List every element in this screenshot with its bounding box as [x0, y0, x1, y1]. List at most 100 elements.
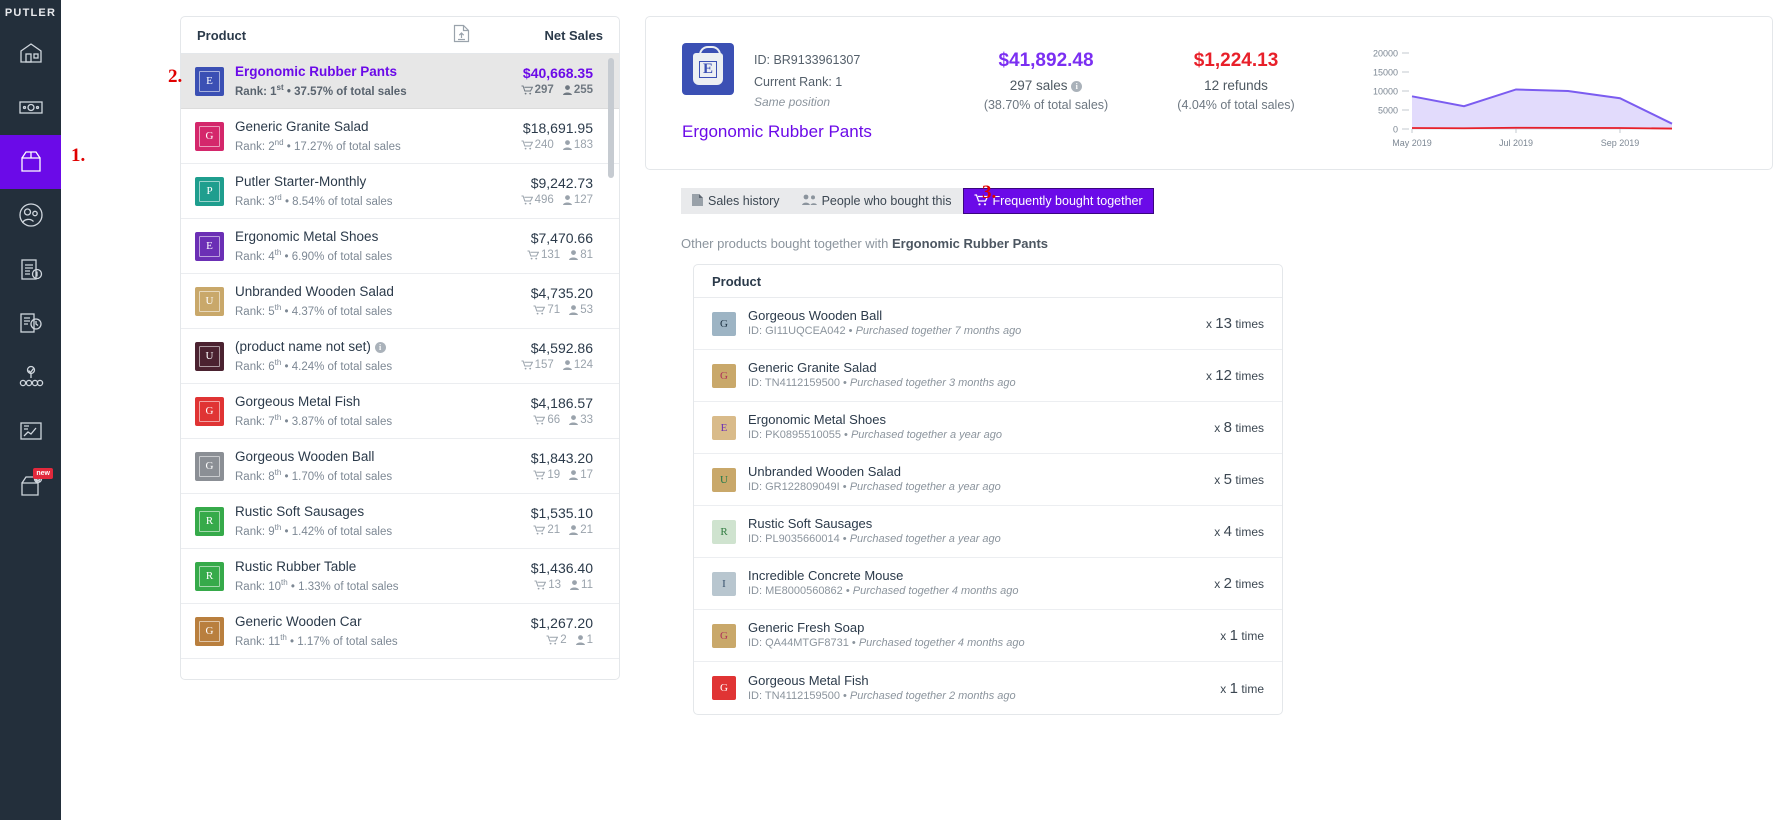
fbt-subtitle-prefix: Other products bought together with	[681, 236, 893, 251]
product-list-row[interactable]: R Rustic Rubber Table Rank: 10th • 1.33% o…	[181, 549, 619, 604]
product-row-rank: Rank: 10th • 1.33% of total sales	[235, 577, 399, 593]
product-row-orders: 19	[533, 467, 560, 483]
list-scrollbar-thumb[interactable]	[608, 58, 614, 178]
product-list-row[interactable]: G Generic Wooden Car Rank: 11th • 1.17% of…	[181, 604, 619, 659]
fbt-row-thumbnail: R	[712, 519, 736, 544]
product-detail-panel: E ID: BR9133961307 Current Rank: 1 Same …	[645, 16, 1773, 806]
product-list-row[interactable]: E Ergonomic Metal Shoes Rank: 4th • 6.90% …	[181, 219, 619, 274]
fbt-row-count: x 12 times	[1205, 367, 1264, 384]
fbt-row-name: Rustic Soft Sausages	[748, 516, 873, 531]
fbt-row[interactable]: G Generic Fresh Soap ID: QA44MTGF8731 • Pu…	[694, 610, 1282, 662]
fbt-row-meta: ID: TN4112159500 • Purchased together 2 …	[748, 689, 1016, 702]
brand-logo: PUTLER	[4, 7, 57, 19]
fbt-row-count: x 1 time	[1220, 679, 1264, 697]
product-row-thumbnail: R	[195, 506, 224, 536]
fbt-row-name: Generic Granite Salad	[748, 360, 877, 375]
fbt-row-count: x 13 times	[1205, 315, 1264, 332]
product-list-row[interactable]: G Generic Granite Salad Rank: 2nd • 17.27%…	[181, 109, 619, 164]
fbt-row[interactable]: I Incredible Concrete Mouse ID: ME80005608…	[694, 558, 1282, 610]
sidebar-item-insights[interactable]: new	[0, 459, 61, 513]
sidebar-item-sales[interactable]	[0, 81, 61, 135]
clipboard-dollar-icon	[18, 256, 44, 285]
product-row-customers: 183	[562, 137, 593, 153]
fbt-row[interactable]: G Generic Granite Salad ID: TN4112159500 •…	[694, 350, 1282, 402]
svg-text:0: 0	[1393, 125, 1398, 135]
fbt-row-thumbnail: G	[712, 676, 736, 700]
fbt-row-meta: ID: PK0895510055 • Purchased together a …	[748, 429, 1002, 441]
product-row-name: Gorgeous Wooden Ball	[235, 448, 375, 464]
product-id: ID: BR9133961307	[754, 53, 861, 67]
sidebar-item-audience[interactable]	[0, 351, 61, 405]
kpi-refunds-value: $1,224.13	[1193, 50, 1279, 71]
fbt-subtitle-product: Ergonomic Rubber Pants	[892, 236, 1049, 251]
product-current-rank: Current Rank: 1	[754, 75, 843, 89]
chart-board-icon	[18, 418, 44, 447]
product-row-rank: Rank: 9th • 1.42% of total sales	[235, 522, 393, 538]
fbt-row[interactable]: R Rustic Soft Sausages ID: PL9035660014 • …	[694, 506, 1282, 558]
new-badge: new	[33, 468, 53, 479]
product-row-name: Generic Granite Salad	[235, 118, 369, 134]
fbt-row-meta: ID: PL9035660014 • Purchased together a …	[748, 533, 1001, 545]
fbt-row[interactable]: U Unbranded Wooden Salad ID: GR122809049I …	[694, 454, 1282, 506]
product-row-name: Putler Starter-Monthly	[235, 173, 367, 189]
product-row-orders: 13	[534, 577, 561, 593]
product-list-row[interactable]: G Gorgeous Metal Fish Rank: 7th • 3.87% of…	[181, 384, 619, 439]
product-row-rank: Rank: 5th • 4.37% of total sales	[235, 302, 393, 318]
info-icon[interactable]: i	[374, 341, 386, 353]
svg-text:May 2019: May 2019	[1392, 138, 1432, 148]
product-list-row[interactable]: E Ergonomic Rubber Pants Rank: 1st • 37.57…	[181, 54, 619, 109]
product-list-row[interactable]: P Putler Starter-Monthly Rank: 3rd • 8.54%…	[181, 164, 619, 219]
document-icon	[692, 193, 703, 209]
product-row-rank: Rank: 6th • 4.24% of total sales	[235, 357, 393, 373]
fbt-row[interactable]: E Ergonomic Metal Shoes ID: PK0895510055 •…	[694, 402, 1282, 454]
tab-people-who-bought-this[interactable]: People who bought this	[790, 188, 963, 214]
product-row-name: Unbranded Wooden Salad	[235, 283, 394, 299]
fbt-row-thumbnail: G	[712, 623, 736, 648]
people-icon	[801, 194, 817, 208]
product-row-name: Generic Wooden Car	[235, 613, 362, 629]
sidebar-item-home[interactable]	[0, 27, 61, 81]
product-row-rank: Rank: 7th • 3.87% of total sales	[235, 412, 393, 428]
product-list-row[interactable]: U Unbranded Wooden Salad Rank: 5th • 4.37%…	[181, 274, 619, 329]
product-row-orders: 131	[527, 247, 560, 263]
page-title[interactable]: Ergonomic Rubber Pants	[682, 122, 872, 142]
sidebar-item-reports[interactable]	[0, 405, 61, 459]
sidebar-item-customers[interactable]	[0, 189, 61, 243]
product-row-net-sales: $1,535.10	[530, 504, 593, 521]
people-circle-icon	[18, 202, 44, 231]
product-row-customers: 81	[569, 247, 593, 263]
tab-frequently-bought-together-label: Frequently bought together	[992, 194, 1143, 208]
info-icon[interactable]: i	[1071, 81, 1083, 92]
fbt-row-name: Gorgeous Wooden Ball	[748, 308, 883, 323]
product-row-net-sales: $4,592.86	[530, 339, 593, 356]
product-list-row[interactable]: R Rustic Soft Sausages Rank: 9th • 1.42% o…	[181, 494, 619, 549]
fbt-row-count: x 2 times	[1214, 575, 1264, 592]
product-row-thumbnail: E	[195, 231, 224, 261]
product-list-card: Product Net Sales E Ergonomic Rubber Pant…	[180, 16, 620, 680]
product-row-net-sales: $4,186.57	[530, 394, 593, 411]
fbt-row-meta: ID: GI11UQCEA042 • Purchased together 7 …	[748, 325, 1022, 337]
product-row-name: (product name not set) i	[235, 338, 521, 355]
product-row-net-sales: $40,668.35	[522, 64, 593, 81]
product-row-customers: 11	[570, 577, 593, 593]
product-row-thumbnail: G	[195, 451, 224, 481]
sidebar-item-transactions[interactable]	[0, 243, 61, 297]
product-list-row[interactable]: U (product name not set) i Rank: 6th • 4.2…	[181, 329, 619, 384]
product-list-row[interactable]: G Gorgeous Wooden Ball Rank: 8th • 1.70% o…	[181, 439, 619, 494]
product-row-rank: Rank: 4th • 6.90% of total sales	[235, 247, 393, 263]
svg-text:Jul 2019: Jul 2019	[1499, 138, 1533, 148]
sidebar-item-subscriptions[interactable]	[0, 297, 61, 351]
product-row-orders: 496	[521, 192, 554, 208]
fbt-row[interactable]: G Gorgeous Wooden Ball ID: GI11UQCEA042 • …	[694, 298, 1282, 350]
fbt-row[interactable]: G Gorgeous Metal Fish ID: TN4112159500 • P…	[694, 662, 1282, 714]
product-row-customers: 21	[569, 522, 593, 538]
svg-text:10000: 10000	[1373, 87, 1398, 97]
tab-sales-history[interactable]: Sales history	[681, 188, 791, 214]
product-row-net-sales: $9,242.73	[530, 174, 593, 191]
product-row-orders: 66	[533, 412, 560, 428]
export-file-icon[interactable]	[453, 24, 470, 46]
fbt-row-count: x 1 time	[1220, 627, 1264, 644]
product-row-thumbnail: U	[195, 341, 224, 371]
product-row-orders: 157	[521, 357, 554, 373]
sidebar-item-products[interactable]	[0, 135, 61, 189]
